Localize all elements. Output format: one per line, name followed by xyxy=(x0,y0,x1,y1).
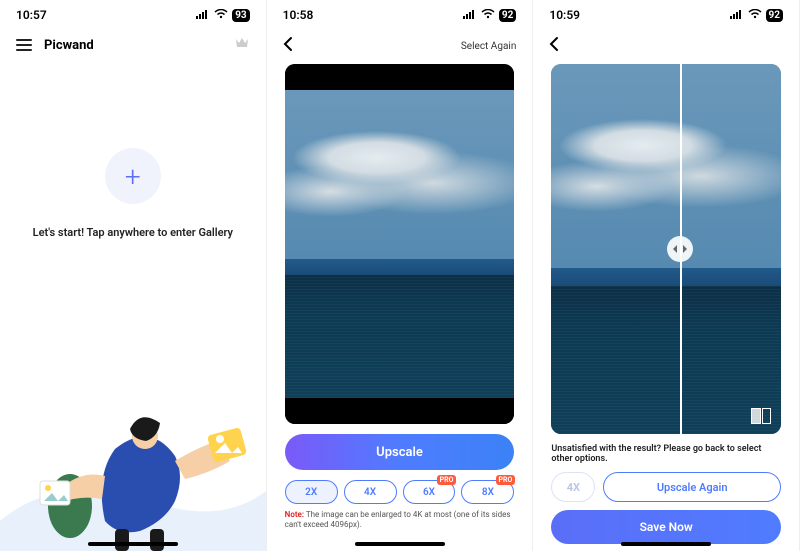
status-right: 92 xyxy=(730,8,783,22)
battery-icon: 92 xyxy=(766,9,783,22)
scale-2x[interactable]: 2X xyxy=(285,480,338,504)
crown-icon[interactable] xyxy=(234,36,250,54)
pro-badge: PRO xyxy=(437,475,457,485)
home-indicator xyxy=(621,542,711,546)
screen-result: 10:59 92 Unsatisfied with the result? Pl… xyxy=(533,0,800,551)
sub-header: Select Again xyxy=(271,30,529,62)
note-text: Note: The image can be enlarged to 4K at… xyxy=(285,510,515,531)
status-bar: 10:58 92 xyxy=(271,0,529,30)
letterbox-top xyxy=(285,64,515,90)
battery-icon: 93 xyxy=(232,9,249,22)
status-bar: 10:59 92 xyxy=(537,0,795,30)
home-indicator xyxy=(88,542,178,546)
screen-upscale-select: 10:58 92 Select Again Upscale 2X 4X 6X xyxy=(267,0,534,551)
scale-options: 2X 4X 6XPRO 8XPRO xyxy=(285,480,515,504)
signal-icon xyxy=(463,8,477,22)
battery-icon: 92 xyxy=(499,9,516,22)
add-button[interactable]: + xyxy=(105,148,161,204)
signal-icon xyxy=(196,8,210,22)
wifi-icon xyxy=(481,8,495,22)
status-time: 10:59 xyxy=(549,8,580,22)
menu-icon[interactable] xyxy=(16,39,32,51)
wifi-icon xyxy=(748,8,762,22)
scale-6x[interactable]: 6XPRO xyxy=(403,480,456,504)
image-preview xyxy=(285,64,515,424)
result-preview xyxy=(551,64,781,434)
app-title: Picwand xyxy=(44,38,94,53)
signal-icon xyxy=(730,8,744,22)
screen-home: 10:57 93 Picwand + Let's start! Tap anyw… xyxy=(0,0,267,551)
compare-slider-handle[interactable] xyxy=(667,236,693,262)
status-bar: 10:57 93 xyxy=(4,0,262,30)
back-button[interactable] xyxy=(283,36,293,56)
select-again-button[interactable]: Select Again xyxy=(461,41,517,52)
preview-content xyxy=(285,90,515,398)
status-time: 10:57 xyxy=(16,8,47,22)
result-actions-row: 4X Upscale Again xyxy=(537,472,795,510)
pro-badge: PRO xyxy=(496,475,516,485)
result-message: Unsatisfied with the result? Please go b… xyxy=(537,434,795,472)
home-cta-text: Let's start! Tap anywhere to enter Galle… xyxy=(33,226,233,239)
scale-4x[interactable]: 4X xyxy=(344,480,397,504)
status-right: 92 xyxy=(463,8,516,22)
home-body[interactable]: + Let's start! Tap anywhere to enter Gal… xyxy=(4,58,262,551)
upscale-button[interactable]: Upscale xyxy=(285,434,515,470)
status-time: 10:58 xyxy=(283,8,314,22)
status-right: 93 xyxy=(196,8,249,22)
sub-header xyxy=(537,30,795,62)
wifi-icon xyxy=(214,8,228,22)
scale-8x[interactable]: 8XPRO xyxy=(461,480,514,504)
home-indicator xyxy=(355,542,445,546)
app-header: Picwand xyxy=(4,30,262,58)
compare-toggle-icon[interactable] xyxy=(751,408,771,424)
scale-indicator[interactable]: 4X xyxy=(551,472,595,502)
upscale-again-button[interactable]: Upscale Again xyxy=(603,472,781,502)
letterbox-bottom xyxy=(285,398,515,424)
save-now-button[interactable]: Save Now xyxy=(551,510,781,544)
controls: Upscale 2X 4X 6XPRO 8XPRO Note: The imag… xyxy=(271,424,529,531)
back-button[interactable] xyxy=(549,36,559,56)
